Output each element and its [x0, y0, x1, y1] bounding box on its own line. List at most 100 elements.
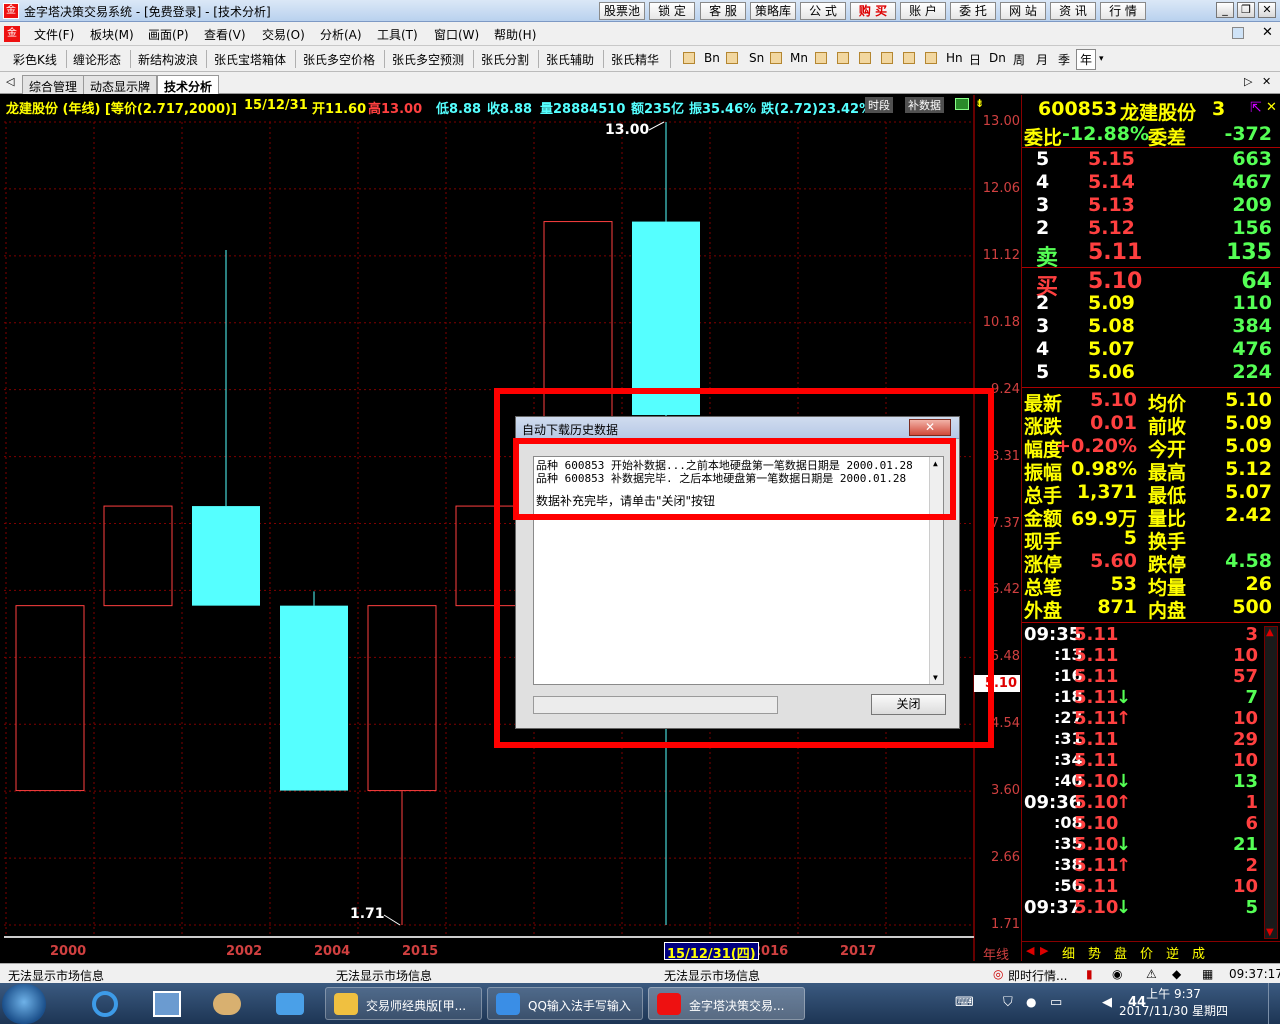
account-button[interactable]: 账 户	[900, 2, 946, 20]
network-icon[interactable]: ▭	[1050, 995, 1062, 1010]
show-desktop-button[interactable]	[1268, 983, 1280, 1024]
ask-row[interactable]: 卖 5.11 135	[1022, 240, 1280, 271]
ask-row[interactable]: 3 5.13 209	[1022, 194, 1280, 217]
quotes-button[interactable]: 行 情	[1100, 2, 1146, 20]
tab-scroll-right-icon[interactable]: ▷	[1244, 75, 1252, 88]
chart-settings-icon[interactable]	[955, 98, 969, 110]
menu-analysis[interactable]: 分析(A)	[320, 26, 362, 43]
volume-icon[interactable]: ◀	[1102, 995, 1112, 1010]
period-10m-icon[interactable]	[859, 52, 871, 64]
period-month[interactable]: 月	[1036, 51, 1048, 68]
menu-app-icon[interactable]: 金	[4, 26, 20, 42]
paint-pinned-icon[interactable]	[145, 987, 191, 1020]
tool-assist[interactable]: 张氏辅助	[546, 51, 594, 68]
period-3m-icon[interactable]	[815, 52, 827, 64]
formula-button[interactable]: 公 式	[800, 2, 846, 20]
period-sn[interactable]: Sn	[749, 51, 764, 65]
entrust-button[interactable]: 委 托	[950, 2, 996, 20]
tab-scroll-left-icon[interactable]: ◁	[6, 75, 14, 88]
menu-view-layout[interactable]: 画面(P)	[148, 26, 189, 43]
menu-window[interactable]: 窗口(W)	[434, 26, 479, 43]
minimize-button[interactable]: _	[1216, 2, 1234, 18]
restore-button[interactable]: ❐	[1237, 2, 1255, 18]
tab-close-icon[interactable]: ✕	[1262, 75, 1271, 88]
news-button[interactable]: 资 讯	[1050, 2, 1096, 20]
tool-tower-box[interactable]: 张氏宝塔箱体	[214, 51, 286, 68]
tool-new-wave[interactable]: 新结构波浪	[138, 51, 198, 68]
period-15m-icon[interactable]	[881, 52, 893, 64]
realtime-icon[interactable]: ◎	[993, 967, 1003, 981]
bid-row[interactable]: 买 5.10 64	[1022, 269, 1280, 300]
realtime-label[interactable]: 即时行情...	[1008, 967, 1067, 984]
tool-longshort-forecast[interactable]: 张氏多空预测	[392, 51, 464, 68]
pin-icon[interactable]: ⇟	[975, 97, 984, 110]
period-hn[interactable]: Hn	[946, 51, 963, 65]
tab-trend[interactable]: 势	[1088, 943, 1101, 962]
stock-pool-button[interactable]: 股票池	[599, 2, 645, 20]
period-button[interactable]: 时段	[865, 97, 893, 113]
ask-row[interactable]: 2 5.12 156	[1022, 217, 1280, 240]
close-child-icon[interactable]: ✕	[1262, 25, 1273, 40]
tab-technical[interactable]: 技术分析	[157, 75, 220, 94]
period-bn[interactable]: Bn	[704, 51, 720, 65]
lock-button[interactable]: 锁 定	[649, 2, 695, 20]
period-season[interactable]: 季	[1058, 51, 1070, 68]
quote-close-icon[interactable]: ✕	[1266, 100, 1277, 115]
fill-data-button[interactable]: 补数据	[905, 97, 944, 113]
tab-right-icon[interactable]: ▶	[1040, 944, 1048, 957]
tab-deal[interactable]: 成	[1192, 943, 1205, 962]
period-30m-icon[interactable]	[903, 52, 915, 64]
close-window-button[interactable]: ✕	[1258, 2, 1276, 18]
tab-detail[interactable]: 细	[1062, 943, 1075, 962]
bid-row[interactable]: 3 5.08 384	[1022, 315, 1280, 338]
tab-book[interactable]: 盘	[1114, 943, 1127, 962]
keyboard-icon[interactable]: ⌨	[955, 995, 974, 1010]
taskbar-app-pyramid[interactable]: 金字塔决策交易...	[648, 987, 805, 1020]
tool-chan-pattern[interactable]: 缠论形态	[73, 51, 121, 68]
tab-left-icon[interactable]: ◀	[1026, 944, 1034, 957]
period-mn[interactable]: Mn	[790, 51, 808, 65]
bid-row[interactable]: 2 5.09 110	[1022, 292, 1280, 315]
quote-link-icon[interactable]: ⇱	[1250, 100, 1262, 116]
tool-essence[interactable]: 张氏精华	[611, 51, 659, 68]
website-button[interactable]: 网 站	[1000, 2, 1046, 20]
tag-icon[interactable]: ◆	[1172, 967, 1181, 981]
toolbar-overflow-icon[interactable]: ▾	[1099, 54, 1104, 64]
period-dn[interactable]: Dn	[989, 51, 1006, 65]
alert-icon[interactable]: ⚠	[1146, 967, 1157, 981]
strategy-button[interactable]: 策略库	[750, 2, 796, 20]
menu-trade[interactable]: 交易(O)	[262, 26, 305, 43]
buy-button[interactable]: 购 买	[850, 2, 896, 20]
scroll-down-icon[interactable]: ▼	[1266, 927, 1274, 938]
taskbar-app-qq-ime[interactable]: QQ输入法手写输入	[487, 987, 643, 1020]
tab-price[interactable]: 价	[1140, 943, 1153, 962]
tool-color-kline[interactable]: 彩色K线	[13, 51, 57, 68]
palette-pinned-icon[interactable]	[205, 987, 251, 1020]
start-button[interactable]	[2, 984, 46, 1024]
period-year[interactable]: 年	[1076, 49, 1097, 70]
tool-longshort-price[interactable]: 张氏多空价格	[303, 51, 375, 68]
menu-tools[interactable]: 工具(T)	[377, 26, 418, 43]
period-icon[interactable]	[770, 52, 782, 64]
shield-icon[interactable]: ⛉	[1003, 995, 1013, 1010]
tab-dynamic-board[interactable]: 动态显示牌	[83, 75, 158, 94]
ie-icon[interactable]: ◉	[1112, 967, 1122, 981]
period-5m-icon[interactable]	[837, 52, 849, 64]
minimize-child-icon[interactable]	[1232, 27, 1244, 39]
system-clock[interactable]: 上午 9:37 2017/11/30 星期四	[1119, 986, 1228, 1020]
period-week[interactable]: 周	[1013, 51, 1025, 68]
db-icon[interactable]: ▮	[1086, 967, 1093, 981]
ask-row[interactable]: 5 5.15 663	[1022, 148, 1280, 171]
bid-row[interactable]: 5 5.06 224	[1022, 361, 1280, 384]
period-icon[interactable]	[726, 52, 738, 64]
bid-row[interactable]: 4 5.07 476	[1022, 338, 1280, 361]
bird-pinned-icon[interactable]	[268, 987, 314, 1020]
period-day[interactable]: 日	[969, 51, 981, 68]
scroll-up-icon[interactable]: ▲	[1266, 627, 1274, 638]
taskbar-app-trader[interactable]: 交易师经典版[甲...	[325, 987, 482, 1020]
ie-pinned-icon[interactable]	[82, 987, 128, 1020]
tab-reverse[interactable]: 逆	[1166, 943, 1179, 962]
ask-row[interactable]: 4 5.14 467	[1022, 171, 1280, 194]
service-button[interactable]: 客 服	[700, 2, 746, 20]
menu-view[interactable]: 查看(V)	[204, 26, 246, 43]
